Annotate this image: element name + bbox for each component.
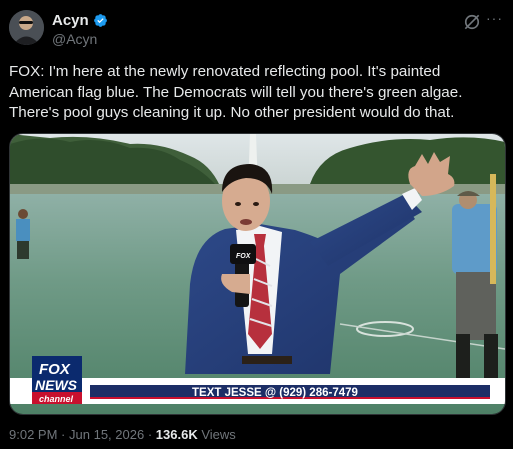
meta-separator: ·: [147, 427, 153, 442]
verified-badge-icon: [93, 14, 107, 27]
chyron-text: TEXT JESSE @ (929) 286-7479: [192, 387, 358, 399]
author-display-name[interactable]: Acyn: [52, 12, 89, 29]
tweet-meta: 9:02 PM · Jun 15, 2026 · 136.6K Views: [9, 427, 236, 442]
avatar-image: [9, 10, 44, 45]
avatar[interactable]: [9, 10, 44, 45]
tweet-time[interactable]: 9:02 PM: [9, 427, 57, 442]
author-name-row[interactable]: Acyn: [52, 12, 108, 29]
meta-separator: ·: [61, 427, 66, 442]
fox-logo-line3: channel: [39, 394, 74, 404]
grok-icon[interactable]: [462, 12, 482, 32]
author-handle[interactable]: @Acyn: [52, 31, 97, 47]
fox-logo-line1: FOX: [39, 361, 71, 378]
tweet-text: FOX: I'm here at the newly renovated ref…: [9, 63, 463, 121]
views-label: Views: [201, 427, 236, 442]
more-icon[interactable]: ···: [486, 10, 503, 26]
tweet-date[interactable]: Jun 15, 2026: [69, 427, 144, 442]
fox-logo-line2: NEWS: [35, 377, 78, 393]
views-count: 136.6K: [155, 427, 198, 442]
tweet-video[interactable]: FOX TEXT JESSE @ (929) 286-7479 FOX NEWS…: [9, 133, 506, 415]
mic-flag-logo: FOX: [236, 253, 252, 260]
